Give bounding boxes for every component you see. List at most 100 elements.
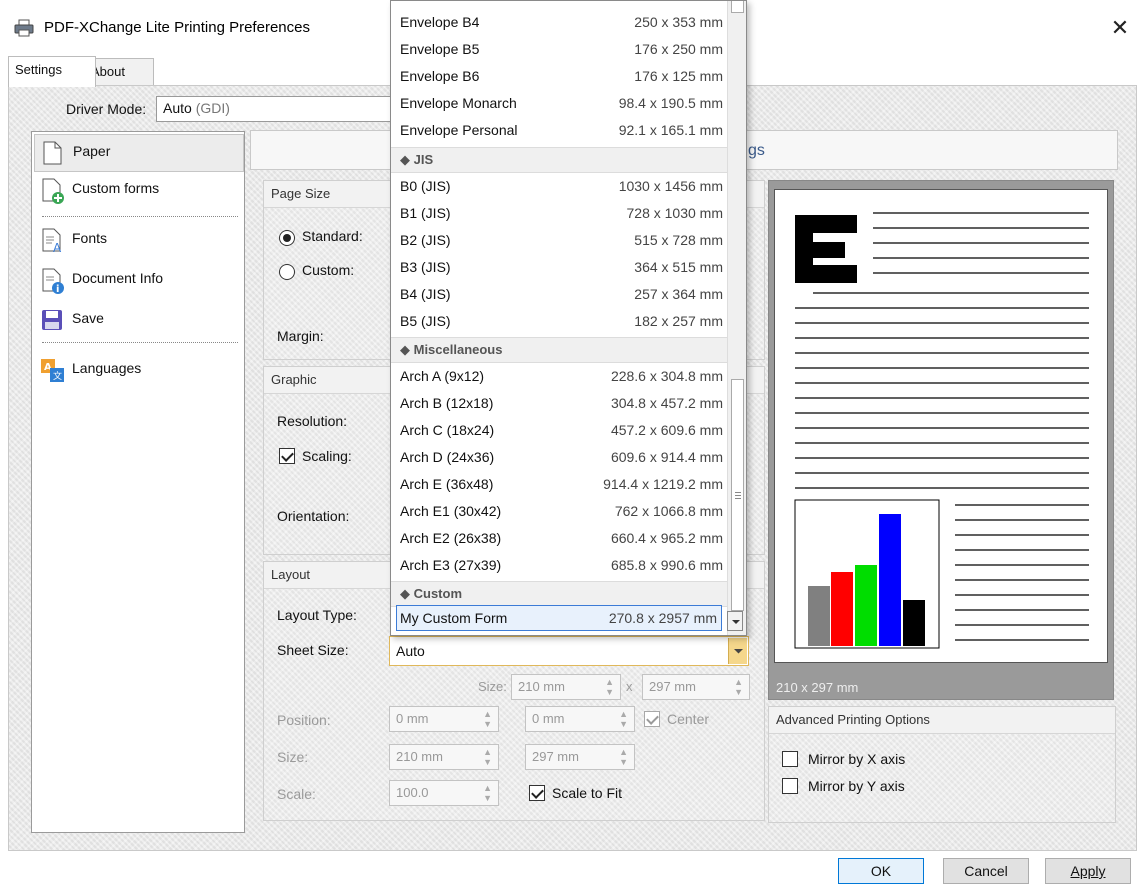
item-name: B3 (JIS) xyxy=(400,259,451,275)
close-icon[interactable]: ✕ xyxy=(1105,14,1135,44)
category-header-jis: ◆ JIS xyxy=(391,147,727,173)
list-item[interactable]: Arch A (9x12) 228.6 x 304.8 mm xyxy=(391,363,727,390)
chevron-down-icon[interactable] xyxy=(727,611,743,631)
printer-icon xyxy=(14,19,34,37)
position-x-spinner[interactable]: 0 mm ▲ ▼ xyxy=(389,706,499,732)
scale-to-fit-checkbox[interactable] xyxy=(529,785,545,801)
list-item[interactable]: Envelope B6 176 x 125 mm xyxy=(391,63,727,90)
item-name: Arch E (36x48) xyxy=(400,476,494,492)
spinner-value: 210 mm xyxy=(518,679,565,694)
mirror-y-checkbox[interactable] xyxy=(782,778,798,794)
sidebar-item-save[interactable]: Save xyxy=(34,302,242,338)
apply-button[interactable]: Apply xyxy=(1045,858,1131,884)
paper-size-dropdown-list[interactable]: Envelope B4 250 x 353 mm Envelope B5 176 x… xyxy=(390,0,747,636)
spinner-arrows-icon: ▲ ▼ xyxy=(483,783,492,803)
sidebar-item-document-info[interactable]: i Document Info xyxy=(34,262,242,298)
list-item[interactable]: B2 (JIS) 515 x 728 mm xyxy=(391,227,727,254)
dropdown-scrollbar[interactable] xyxy=(727,1,746,635)
list-item[interactable]: Arch E2 (26x38) 660.4 x 965.2 mm xyxy=(391,525,727,552)
item-name: Arch B (12x18) xyxy=(400,395,494,411)
group-title: Layout xyxy=(271,567,311,582)
sidebar-item-label: Document Info xyxy=(72,270,164,286)
size2-height-spinner[interactable]: 297 mm ▲ ▼ xyxy=(525,744,635,770)
item-size: 457.2 x 609.6 mm xyxy=(610,422,723,438)
list-item[interactable]: Arch C (18x24) 457.2 x 609.6 mm xyxy=(391,417,727,444)
list-item[interactable]: B4 (JIS) 257 x 364 mm xyxy=(391,281,727,308)
item-name: Arch A (9x12) xyxy=(400,368,485,384)
list-item[interactable]: Arch D (24x36) 609.6 x 914.4 mm xyxy=(391,444,727,471)
sidebar: Paper Custom forms A Fonts i Document In… xyxy=(31,131,245,833)
ok-button[interactable]: OK xyxy=(838,858,924,884)
list-item[interactable]: Arch B (12x18) 304.8 x 457.2 mm xyxy=(391,390,727,417)
sidebar-divider xyxy=(42,216,238,217)
scaling-checkbox[interactable] xyxy=(279,448,295,464)
sidebar-item-languages[interactable]: A文 Languages xyxy=(34,352,242,388)
item-name: B2 (JIS) xyxy=(400,232,451,248)
category-label: ◆ JIS xyxy=(400,152,434,167)
page-icon xyxy=(41,141,63,165)
orientation-label: Orientation: xyxy=(277,508,350,524)
list-item[interactable]: B3 (JIS) 364 x 515 mm xyxy=(391,254,727,281)
scale-spinner[interactable]: 100.0 ▲ ▼ xyxy=(389,780,499,806)
add-page-icon xyxy=(40,178,64,204)
sidebar-item-fonts[interactable]: A Fonts xyxy=(34,222,242,258)
language-icon: A文 xyxy=(40,358,64,382)
svg-text:i: i xyxy=(56,284,59,294)
item-name: B1 (JIS) xyxy=(400,205,451,221)
size2-width-spinner[interactable]: 210 mm ▲ ▼ xyxy=(389,744,499,770)
category-label: ◆ Custom xyxy=(400,586,462,601)
mirror-x-checkbox[interactable] xyxy=(782,751,798,767)
item-size: 515 x 728 mm xyxy=(634,232,723,248)
position-y-spinner[interactable]: 0 mm ▲ ▼ xyxy=(525,706,635,732)
list-item[interactable]: B1 (JIS) 728 x 1030 mm xyxy=(391,200,727,227)
item-size: 257 x 364 mm xyxy=(634,286,723,302)
size-height-spinner[interactable]: 297 mm ▲ ▼ xyxy=(642,674,750,700)
list-item[interactable]: Arch E3 (27x39) 685.8 x 990.6 mm xyxy=(391,552,727,579)
tab-settings[interactable]: Settings xyxy=(8,56,96,87)
sidebar-item-label: Save xyxy=(72,310,104,326)
item-size: 182 x 257 mm xyxy=(634,313,723,329)
list-item[interactable]: Envelope Personal 92.1 x 165.1 mm xyxy=(391,117,727,144)
list-item[interactable]: Envelope B4 250 x 353 mm xyxy=(391,9,727,36)
sidebar-item-paper[interactable]: Paper xyxy=(34,134,244,172)
sidebar-item-custom-forms[interactable]: Custom forms xyxy=(34,172,242,208)
scrollbar-thumb[interactable] xyxy=(731,379,744,611)
sidebar-item-label: Fonts xyxy=(72,230,108,246)
cancel-button[interactable]: Cancel xyxy=(943,858,1029,884)
sidebar-item-label: Custom forms xyxy=(72,180,160,196)
list-item[interactable]: B5 (JIS) 182 x 257 mm xyxy=(391,308,727,335)
chevron-down-icon[interactable] xyxy=(728,638,747,664)
mirror-x-label: Mirror by X axis xyxy=(808,751,906,767)
item-name: B0 (JIS) xyxy=(400,178,451,194)
floppy-disk-icon xyxy=(40,308,62,332)
item-size: 728 x 1030 mm xyxy=(626,205,724,221)
list-item[interactable]: Arch E (36x48) 914.4 x 1219.2 mm xyxy=(391,471,727,498)
list-item[interactable]: Envelope B5 176 x 250 mm xyxy=(391,36,727,63)
center-checkbox[interactable] xyxy=(644,711,660,727)
scale-to-fit-label: Scale to Fit xyxy=(552,785,623,801)
custom-radio[interactable] xyxy=(279,264,295,280)
size-label: Size: xyxy=(277,749,309,765)
spinner-value: 210 mm xyxy=(396,749,443,764)
info-page-icon: i xyxy=(40,268,64,295)
list-item[interactable]: Envelope Monarch 98.4 x 190.5 mm xyxy=(391,90,727,117)
scroll-up-button[interactable] xyxy=(731,1,744,13)
item-size: 1030 x 1456 mm xyxy=(618,178,723,194)
resolution-label: Resolution: xyxy=(277,413,348,429)
list-item[interactable]: B0 (JIS) 1030 x 1456 mm xyxy=(391,173,727,200)
size-width-spinner[interactable]: 210 mm ▲ ▼ xyxy=(511,674,621,700)
spinner-arrows-icon: ▲ ▼ xyxy=(483,747,492,767)
driver-mode-select[interactable]: Auto (GDI) xyxy=(156,96,396,122)
spinner-value: 0 mm xyxy=(396,711,429,726)
standard-radio[interactable] xyxy=(279,230,295,246)
mirror-y-label: Mirror by Y axis xyxy=(808,778,905,794)
item-size: 364 x 515 mm xyxy=(634,259,723,275)
group-title: Graphic xyxy=(271,372,317,387)
category-header-miscellaneous: ◆ Miscellaneous xyxy=(391,337,727,363)
list-item-selected[interactable]: My Custom Form 270.8 x 2957 mm xyxy=(396,605,722,631)
list-item[interactable]: Arch E1 (30x42) 762 x 1066.8 mm xyxy=(391,498,727,525)
sheet-size-select[interactable]: Auto xyxy=(389,636,749,666)
item-size: 304.8 x 457.2 mm xyxy=(610,395,723,411)
sidebar-item-label: Paper xyxy=(73,143,111,159)
item-size: 685.8 x 990.6 mm xyxy=(610,557,723,573)
